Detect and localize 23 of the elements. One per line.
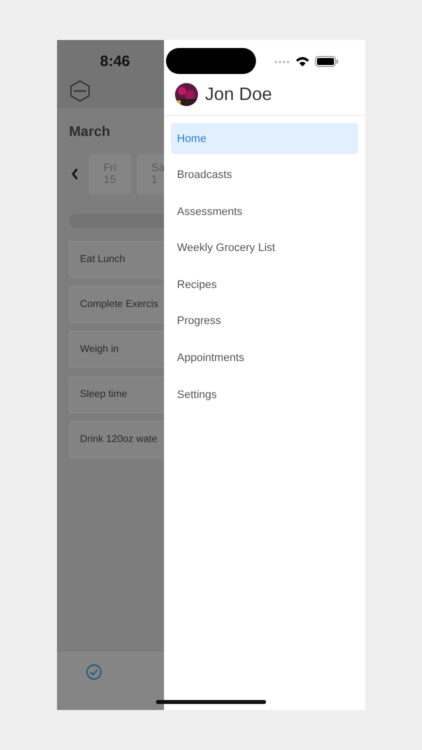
- menu-item[interactable]: Recipes: [171, 269, 358, 300]
- menu-item[interactable]: Broadcasts: [171, 160, 358, 191]
- task-card[interactable]: Complete Exercis: [69, 286, 164, 323]
- status-time: 8:46: [100, 53, 130, 70]
- logo-icon: [69, 80, 91, 102]
- battery-icon: [315, 56, 339, 67]
- signal-icon: [274, 60, 290, 64]
- task-card[interactable]: Drink 120oz wate: [69, 421, 164, 458]
- task-card[interactable]: Sleep time: [69, 376, 164, 413]
- wifi-icon: [295, 56, 310, 67]
- avatar[interactable]: [175, 83, 198, 106]
- menu-item[interactable]: Progress: [171, 306, 358, 337]
- task-card[interactable]: Weigh in: [69, 331, 164, 368]
- month-title: March: [69, 123, 112, 139]
- menu-item[interactable]: Appointments: [171, 342, 358, 374]
- menu-item[interactable]: Assessments: [171, 196, 358, 228]
- user-name: Jon Doe: [205, 84, 272, 105]
- task-card[interactable]: Eat Lunch: [69, 241, 164, 278]
- menu-item[interactable]: Settings: [171, 379, 358, 410]
- chevron-left-icon[interactable]: [71, 168, 79, 180]
- check-circle-icon[interactable]: [86, 664, 102, 680]
- menu-item[interactable]: Home: [171, 123, 358, 154]
- menu-item[interactable]: Weekly Grocery List: [171, 232, 358, 264]
